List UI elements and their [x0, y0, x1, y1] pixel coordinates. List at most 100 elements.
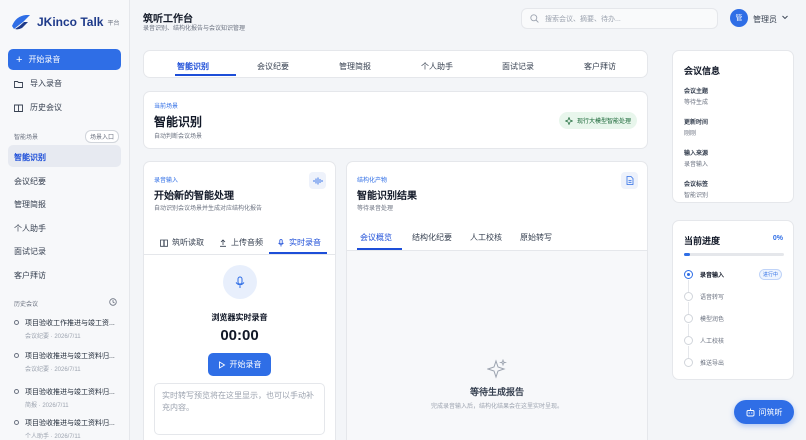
page-subtitle: 录音识别、结构化报告与会议知识管理: [143, 26, 246, 32]
import-recording-link[interactable]: 导入录音: [14, 78, 62, 89]
progress-step-label: 推送导出: [700, 361, 725, 367]
tab-meeting-overview[interactable]: 会议概览: [360, 232, 392, 243]
tab-upload-audio-label: 上传音频: [231, 238, 263, 247]
step-active-icon: [684, 270, 693, 279]
history-item[interactable]: 项目验收推进与竣工资料归... 会议纪要 · 2026/7/11: [14, 351, 124, 373]
result-card-desc: 等待录音处理: [357, 206, 394, 212]
brand-tag: 平台: [107, 20, 120, 27]
history-dot-icon: [14, 389, 19, 394]
scene-section-title: 智能场景: [14, 135, 39, 141]
current-scene-card: 当前场景 智能识别 自动判断会议场景 现行大模型智能处理: [143, 91, 648, 149]
transcript-textarea[interactable]: 实时转写预览将在这里显示，也可以手动补充内容。: [154, 383, 325, 435]
start-recording-button[interactable]: + 开始录音: [8, 49, 121, 70]
history-item-title: 项目验收推进与竣工资料归...: [25, 353, 115, 360]
progress-step-label: 录音输入: [700, 273, 725, 279]
search-icon: [530, 14, 539, 23]
history-meetings-link[interactable]: 历史会议: [14, 102, 62, 113]
tab-zhuting-read-label: 筑听读取: [172, 238, 204, 247]
meeting-info-card: 会议信息 会议主题 等待生成 更新时间 刚刚 输入来源 录音输入 会议标签 智能…: [672, 50, 794, 203]
user-name[interactable]: 管理员: [753, 14, 777, 25]
sidebar: JKinco Talk 平台 + 开始录音 导入录音 历史会议 智能场景 场景入…: [0, 0, 130, 440]
step-connector: [688, 346, 689, 358]
info-key-source: 输入来源: [684, 151, 709, 157]
sidebar-item-meeting-minutes[interactable]: 会议纪要: [14, 176, 46, 187]
tab-meeting-minutes[interactable]: 会议纪要: [257, 61, 289, 72]
history-item[interactable]: 项目验收推进与竣工资料归... 简报 · 2026/7/11: [14, 387, 124, 409]
avatar[interactable]: 管: [730, 9, 748, 27]
brand: JKinco Talk 平台: [10, 12, 119, 32]
info-value-topic: 等待生成: [684, 100, 709, 106]
progress-step: 人工校核: [684, 336, 724, 345]
start-recording-main-button[interactable]: 开始录音: [208, 353, 271, 376]
play-icon: [218, 360, 225, 369]
brand-name: JKinco Talk: [37, 15, 104, 29]
tab-upload-audio[interactable]: 上传音频: [219, 237, 263, 248]
step-circle-icon: [684, 314, 693, 323]
tab-smart-recognition[interactable]: 智能识别: [177, 61, 209, 72]
progress-bar-fill: [684, 253, 690, 256]
folder-icon: [14, 80, 23, 88]
info-key-updated: 更新时间: [684, 120, 709, 126]
sidebar-item-smart-recognition[interactable]: 智能识别: [14, 152, 46, 163]
progress-step-label: 人工校核: [700, 339, 725, 345]
tab-zhuting-read[interactable]: 筑听读取: [160, 237, 204, 248]
divider: [144, 254, 335, 255]
clock-icon[interactable]: [109, 298, 117, 306]
sidebar-item-management-brief[interactable]: 管理简报: [14, 199, 46, 210]
history-item-title: 项目验收推进与竣工资料归...: [25, 420, 115, 427]
tab-personal-assistant[interactable]: 个人助手: [421, 61, 453, 72]
book-icon: [14, 104, 23, 112]
info-value-updated: 刚刚: [684, 131, 697, 137]
start-recording-label: 开始录音: [28, 55, 61, 64]
microphone-icon: [223, 265, 257, 299]
tab-raw-transcript[interactable]: 原始转写: [520, 232, 552, 243]
history-dot-icon: [14, 320, 19, 325]
history-dot-icon: [14, 353, 19, 358]
search-placeholder: 搜索会议、摘要、待办...: [545, 15, 621, 23]
progress-percent: 0%: [772, 235, 783, 242]
tab-structured-minutes[interactable]: 结构化纪要: [412, 232, 452, 243]
waiting-title: 等待生成报告: [469, 387, 524, 397]
history-item[interactable]: 项目验收工作推进与竣工资... 会议纪要 · 2026/7/11: [14, 318, 124, 340]
waiting-subtitle: 完成录音输入后，结构化结果会在这里实时呈现。: [430, 404, 563, 410]
step-connector: [688, 280, 689, 292]
history-item-meta: 简报 · 2026/7/11: [25, 403, 69, 409]
chevron-down-icon[interactable]: [781, 13, 789, 21]
book-icon: [160, 239, 168, 247]
info-value-tag: 智能识别: [684, 193, 709, 199]
upload-icon: [220, 238, 226, 247]
scene-entry-button[interactable]: 场景入口: [85, 130, 120, 143]
ask-assistant-button[interactable]: 问筑听: [734, 400, 794, 424]
tab-customer-visit[interactable]: 客户拜访: [584, 61, 616, 72]
sidebar-item-customer-visit[interactable]: 客户拜访: [14, 270, 46, 281]
history-meetings-label: 历史会议: [30, 103, 62, 112]
tab-interview[interactable]: 面试记录: [502, 61, 534, 72]
logo-icon: [12, 15, 30, 30]
sidebar-item-interview[interactable]: 面试记录: [14, 246, 46, 257]
progress-step-label: 语音转写: [700, 295, 725, 301]
waveform-icon: [309, 172, 326, 189]
progress-title: 当前进度: [684, 236, 721, 246]
tab-management-brief[interactable]: 管理简报: [339, 61, 371, 72]
sparkle-icon: [565, 116, 573, 125]
info-key-tag: 会议标签: [684, 182, 709, 188]
search-input[interactable]: 搜索会议、摘要、待办...: [521, 8, 718, 29]
plus-icon: +: [16, 53, 23, 66]
info-key-topic: 会议主题: [684, 89, 709, 95]
meeting-info-title: 会议信息: [684, 66, 721, 76]
history-item-title: 项目验收工作推进与竣工资...: [25, 320, 115, 327]
history-item-meta: 会议纪要 · 2026/7/11: [25, 367, 81, 373]
progress-step: 录音输入: [684, 270, 724, 279]
history-section-title: 历史会议: [14, 302, 39, 308]
sidebar-item-personal-assistant[interactable]: 个人助手: [14, 223, 46, 234]
document-icon: [621, 172, 638, 189]
step-connector: [688, 302, 689, 314]
history-item[interactable]: 项目验收推进与竣工资料归... 个人助手 · 2026/7/11: [14, 418, 124, 440]
tab-live-recording[interactable]: 实时录音: [277, 237, 321, 248]
step-circle-icon: [684, 358, 693, 367]
info-value-source: 录音输入: [684, 162, 709, 168]
progress-card: 当前进度 0% 录音输入 进行中 语音转写 模型润色 人工校核 推送导出: [672, 220, 794, 380]
progress-step: 语音转写: [684, 292, 724, 301]
sparkle-icon: [487, 359, 507, 379]
tab-manual-review[interactable]: 人工校核: [470, 232, 502, 243]
